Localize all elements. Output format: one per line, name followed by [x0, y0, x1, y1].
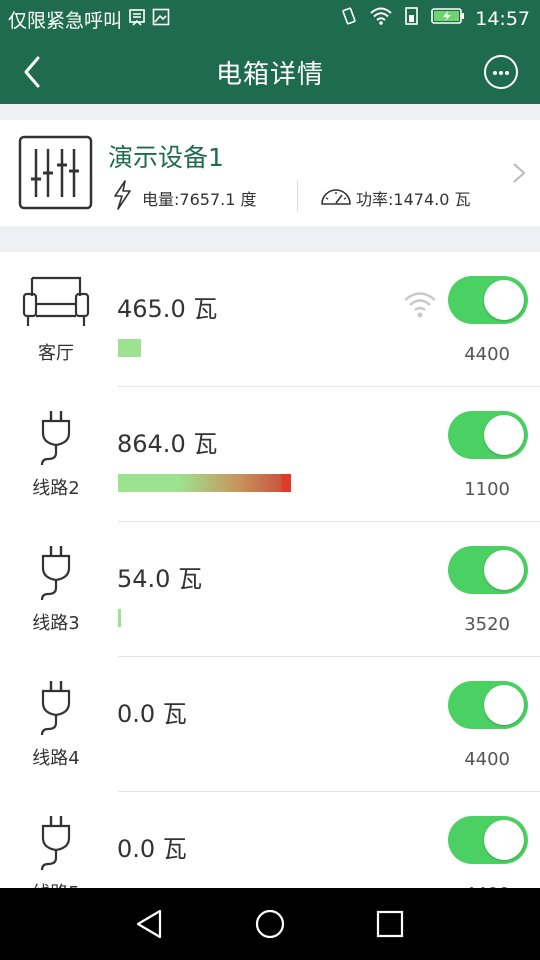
- energy-value: 7657.1 度: [179, 190, 257, 209]
- load-bar: [118, 339, 141, 357]
- electrical-box-icon: [18, 135, 93, 210]
- circuit-power: 54.0 瓦: [117, 565, 203, 593]
- circuit-power: 0.0 瓦: [117, 835, 187, 863]
- circuit-power: 864.0 瓦: [117, 430, 218, 458]
- circuit-row[interactable]: 客厅 465.0 瓦 4400: [0, 252, 540, 387]
- system-nav-bar: [0, 888, 540, 960]
- load-bar: [118, 609, 121, 627]
- circuit-label: 线路5: [8, 879, 104, 888]
- circuit-label: 线路4: [32, 748, 80, 769]
- device-name: 演示设备1: [108, 143, 224, 172]
- stat-divider: [297, 180, 298, 212]
- toggle-knob: [484, 820, 524, 860]
- plug-icon: [20, 409, 92, 466]
- signal-icon: [403, 6, 421, 31]
- power-label: 功率:: [356, 190, 394, 209]
- carrier-text: 仅限紧急呼叫: [8, 10, 123, 32]
- nav-home-button[interactable]: [252, 906, 288, 942]
- circuit-limit: 3520: [464, 614, 510, 635]
- circuit-row[interactable]: 线路4 0.0 瓦 4400: [0, 657, 540, 792]
- nav-recents-button[interactable]: [372, 906, 408, 942]
- more-button[interactable]: [484, 55, 518, 89]
- power-toggle[interactable]: [448, 816, 528, 864]
- power-toggle[interactable]: [448, 276, 528, 324]
- gallery-icon: [152, 8, 170, 31]
- circuit-label: 客厅: [38, 343, 74, 364]
- status-right: 14:57: [339, 6, 530, 31]
- power-reading: 功率:1474.0 瓦: [356, 186, 470, 210]
- circuit-limit: 1100: [464, 479, 510, 500]
- circuit-label: 线路3: [32, 613, 80, 634]
- triangle-back-icon: [136, 909, 162, 939]
- circuit-list: 客厅 465.0 瓦 4400 线路2 864.0 瓦 1100 线路3 54.0 瓦 3520…: [0, 252, 540, 888]
- power-toggle[interactable]: [448, 411, 528, 459]
- device-stats: 电量:7657.1 度 功率:1474.0 瓦: [112, 180, 492, 212]
- toggle-knob: [484, 415, 524, 455]
- status-bar: 仅限紧急呼叫 14:57: [0, 0, 540, 38]
- square-recents-icon: [376, 910, 404, 938]
- device-card[interactable]: 演示设备1 电量:7657.1 度 功率:1474.0 瓦: [0, 120, 540, 226]
- sofa-icon: [20, 274, 92, 330]
- nav-back-button[interactable]: [132, 906, 168, 942]
- status-left: 仅限紧急呼叫: [8, 6, 170, 33]
- power-toggle[interactable]: [448, 681, 528, 729]
- circuit-limit: 4400: [464, 749, 510, 770]
- plug-icon: [20, 544, 92, 601]
- battery-icon: [431, 7, 465, 30]
- circuit-row[interactable]: 线路2 864.0 瓦 1100: [0, 387, 540, 522]
- energy-reading: 电量:7657.1 度: [142, 186, 256, 210]
- circuit-limit: 4400: [464, 344, 510, 365]
- toggle-knob: [484, 550, 524, 590]
- power-value: 1474.0 瓦: [393, 190, 471, 209]
- speedometer-icon: [321, 189, 351, 205]
- circuit-row[interactable]: 线路50.0 瓦4400: [0, 792, 540, 888]
- circuit-power: 465.0 瓦: [117, 295, 218, 323]
- toggle-knob: [484, 280, 524, 320]
- chevron-right-icon: [513, 163, 526, 183]
- plug-icon: [20, 814, 92, 871]
- vibrate-icon: [339, 6, 359, 31]
- toggle-knob: [484, 685, 524, 725]
- circle-home-icon: [255, 909, 285, 939]
- clock-text: 14:57: [475, 7, 530, 30]
- page-title: 电箱详情: [215, 60, 324, 90]
- load-bar: [118, 474, 291, 492]
- lightning-icon: [114, 180, 131, 210]
- plug-icon: [20, 679, 92, 736]
- wifi-signal-icon: [402, 288, 438, 320]
- circuit-label: 线路2: [32, 478, 80, 499]
- wifi-status-icon: [369, 6, 393, 31]
- circuit-row[interactable]: 线路3 54.0 瓦 3520: [0, 522, 540, 657]
- circuit-power: 0.0 瓦: [117, 700, 187, 728]
- energy-label: 电量:: [142, 190, 180, 209]
- sim-card-icon: [128, 8, 146, 31]
- power-toggle[interactable]: [448, 546, 528, 594]
- app-bar: 电箱详情: [0, 38, 540, 104]
